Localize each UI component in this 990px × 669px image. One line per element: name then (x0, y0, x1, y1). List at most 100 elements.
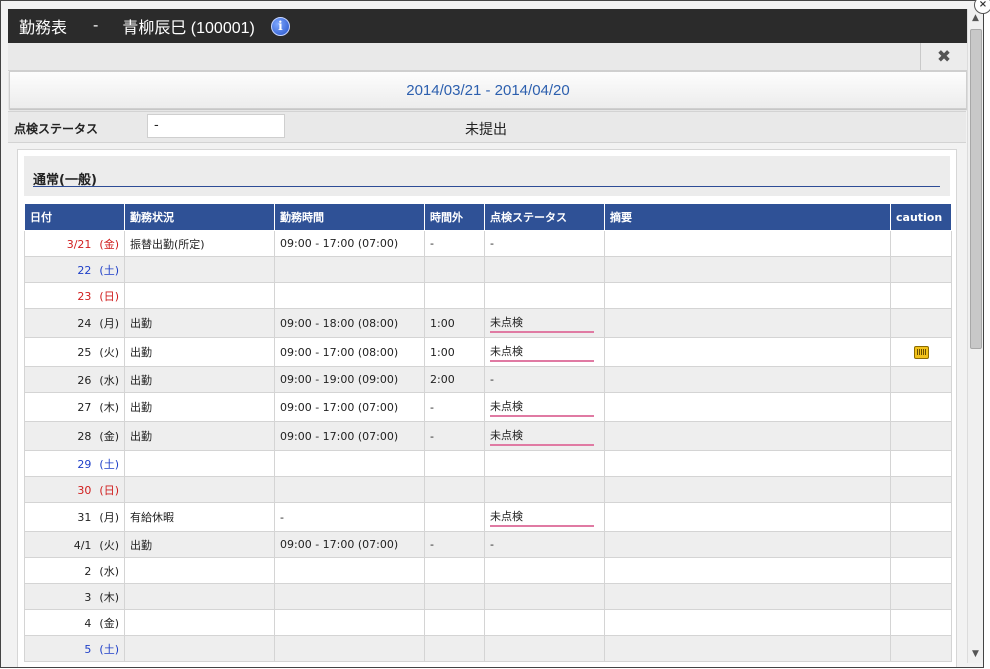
date-cell[interactable]: 2 (水) (24, 557, 125, 584)
check-status-cell[interactable]: - (484, 531, 605, 558)
work-status-cell[interactable] (124, 557, 275, 584)
work-time-cell[interactable]: 09:00 - 19:00 (09:00) (274, 366, 425, 393)
work-time-cell[interactable] (274, 557, 425, 584)
column-header-caution[interactable]: caution (890, 203, 952, 231)
work-status-cell[interactable]: 出勤 (124, 337, 275, 367)
overtime-cell[interactable] (424, 583, 485, 610)
check-status-cell[interactable] (484, 282, 605, 309)
caution-cell[interactable] (890, 308, 952, 338)
table-row[interactable]: 31 (月) 有給休暇 - 未点検 (24, 502, 952, 532)
work-time-cell[interactable]: 09:00 - 17:00 (07:00) (274, 531, 425, 558)
date-cell[interactable]: 25 (火) (24, 337, 125, 367)
work-time-cell[interactable] (274, 583, 425, 610)
column-header-overtime[interactable]: 時間外 (424, 203, 485, 231)
caution-cell[interactable] (890, 557, 952, 584)
summary-cell[interactable] (604, 635, 891, 662)
work-status-cell[interactable] (124, 609, 275, 636)
column-header-work-status[interactable]: 勤務状況 (124, 203, 275, 231)
check-status-cell[interactable] (484, 583, 605, 610)
date-cell[interactable]: 28 (金) (24, 421, 125, 451)
table-row[interactable]: 4 (金) (24, 609, 952, 636)
summary-cell[interactable] (604, 609, 891, 636)
check-status-cell[interactable]: 未点検 (484, 392, 605, 422)
overtime-cell[interactable]: - (424, 421, 485, 451)
check-status-cell[interactable]: 未点検 (484, 502, 605, 532)
table-row[interactable]: 23 (日) (24, 282, 952, 309)
date-cell[interactable]: 27 (木) (24, 392, 125, 422)
overtime-cell[interactable] (424, 282, 485, 309)
work-time-cell[interactable]: 09:00 - 17:00 (07:00) (274, 392, 425, 422)
work-time-cell[interactable] (274, 609, 425, 636)
date-cell[interactable]: 4 (金) (24, 609, 125, 636)
overtime-cell[interactable] (424, 476, 485, 503)
work-status-cell[interactable]: 出勤 (124, 531, 275, 558)
work-status-cell[interactable]: 出勤 (124, 366, 275, 393)
column-header-date[interactable]: 日付 (24, 203, 125, 231)
caution-cell[interactable] (890, 502, 952, 532)
caution-cell[interactable] (890, 421, 952, 451)
column-header-check-status[interactable]: 点検ステータス (484, 203, 605, 231)
work-status-cell[interactable]: 出勤 (124, 308, 275, 338)
work-time-cell[interactable] (274, 476, 425, 503)
summary-cell[interactable] (604, 230, 891, 257)
table-row[interactable]: 2 (水) (24, 557, 952, 584)
scroll-thumb[interactable] (970, 29, 982, 349)
caution-cell[interactable] (890, 609, 952, 636)
caution-cell[interactable] (890, 256, 952, 283)
date-cell[interactable]: 26 (水) (24, 366, 125, 393)
overtime-cell[interactable]: - (424, 230, 485, 257)
table-row[interactable]: 5 (土) (24, 635, 952, 662)
work-status-cell[interactable]: 有給休暇 (124, 502, 275, 532)
date-cell[interactable]: 5 (土) (24, 635, 125, 662)
check-status-cell[interactable] (484, 256, 605, 283)
caution-cell[interactable] (890, 392, 952, 422)
period-selector[interactable]: 2014/03/21 - 2014/04/20 (9, 71, 967, 109)
date-cell[interactable]: 3 (木) (24, 583, 125, 610)
check-status-cell[interactable] (484, 635, 605, 662)
caution-cell[interactable] (890, 476, 952, 503)
work-time-cell[interactable] (274, 450, 425, 477)
check-status-cell[interactable]: 未点検 (484, 421, 605, 451)
summary-cell[interactable] (604, 282, 891, 309)
summary-cell[interactable] (604, 366, 891, 393)
date-cell[interactable]: 3/21 (金) (24, 230, 125, 257)
work-status-cell[interactable] (124, 583, 275, 610)
table-row[interactable]: 24 (月) 出勤 09:00 - 18:00 (08:00) 1:00 未点検 (24, 308, 952, 338)
table-row[interactable]: 29 (土) (24, 450, 952, 477)
column-header-summary[interactable]: 摘要 (604, 203, 891, 231)
date-cell[interactable]: 30 (日) (24, 476, 125, 503)
work-time-cell[interactable]: 09:00 - 17:00 (07:00) (274, 421, 425, 451)
caution-cell[interactable] (890, 450, 952, 477)
table-row[interactable]: 4/1 (火) 出勤 09:00 - 17:00 (07:00) - - (24, 531, 952, 558)
caution-cell[interactable] (890, 282, 952, 309)
date-cell[interactable]: 24 (月) (24, 308, 125, 338)
overtime-cell[interactable] (424, 557, 485, 584)
work-status-cell[interactable] (124, 476, 275, 503)
summary-cell[interactable] (604, 531, 891, 558)
caution-cell[interactable] (890, 230, 952, 257)
caution-cell[interactable] (890, 635, 952, 662)
info-icon[interactable]: i (270, 16, 290, 36)
work-time-cell[interactable]: 09:00 - 17:00 (07:00) (274, 230, 425, 257)
overtime-cell[interactable] (424, 502, 485, 532)
check-status-cell[interactable]: 未点検 (484, 308, 605, 338)
close-icon[interactable]: × (974, 0, 990, 14)
overtime-cell[interactable] (424, 609, 485, 636)
overtime-cell[interactable]: - (424, 531, 485, 558)
work-time-cell[interactable] (274, 635, 425, 662)
work-status-cell[interactable] (124, 635, 275, 662)
table-row[interactable]: 22 (土) (24, 256, 952, 283)
summary-cell[interactable] (604, 583, 891, 610)
summary-cell[interactable] (604, 450, 891, 477)
overtime-cell[interactable] (424, 256, 485, 283)
check-status-cell[interactable] (484, 450, 605, 477)
table-row[interactable]: 28 (金) 出勤 09:00 - 17:00 (07:00) - 未点検 (24, 421, 952, 451)
table-row[interactable]: 3/21 (金) 振替出勤(所定) 09:00 - 17:00 (07:00) - - (24, 230, 952, 257)
overtime-cell[interactable]: 2:00 (424, 366, 485, 393)
close-button[interactable]: ✖ (920, 43, 967, 70)
overtime-cell[interactable] (424, 635, 485, 662)
summary-cell[interactable] (604, 476, 891, 503)
summary-cell[interactable] (604, 502, 891, 532)
summary-cell[interactable] (604, 256, 891, 283)
caution-cell[interactable] (890, 337, 952, 367)
